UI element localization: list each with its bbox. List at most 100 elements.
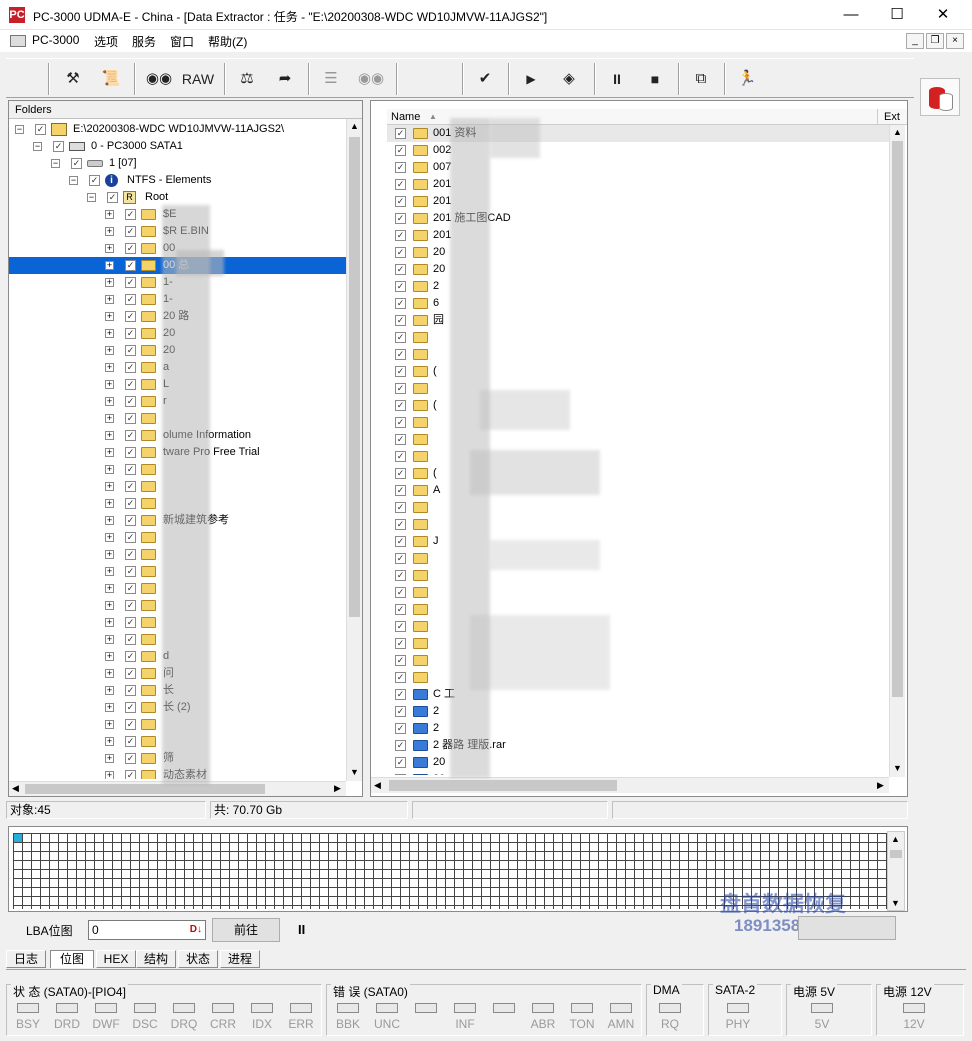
item-checkbox[interactable]: ✓: [395, 774, 406, 775]
expand-icon[interactable]: +: [105, 346, 114, 355]
expand-icon[interactable]: +: [105, 448, 114, 457]
scroll-thumb[interactable]: [892, 141, 903, 697]
item-checkbox[interactable]: ✓: [395, 502, 406, 513]
item-checkbox[interactable]: ✓: [395, 400, 406, 411]
task-icon[interactable]: ✔: [470, 65, 500, 93]
node-checkbox[interactable]: ✓: [125, 243, 136, 254]
expand-icon[interactable]: +: [105, 363, 114, 372]
scroll-thumb[interactable]: [349, 137, 360, 617]
expand-icon[interactable]: +: [105, 703, 114, 712]
node-checkbox[interactable]: ✓: [89, 175, 100, 186]
expand-icon[interactable]: +: [105, 737, 114, 746]
item-checkbox[interactable]: ✓: [395, 485, 406, 496]
node-checkbox[interactable]: ✓: [125, 617, 136, 628]
item-checkbox[interactable]: ✓: [395, 196, 406, 207]
item-checkbox[interactable]: ✓: [395, 434, 406, 445]
item-checkbox[interactable]: ✓: [395, 128, 406, 139]
expand-icon[interactable]: +: [105, 397, 114, 406]
scroll-thumb[interactable]: [389, 780, 617, 791]
tab-log[interactable]: 日志: [6, 950, 46, 968]
copy-icon[interactable]: ⧉: [686, 65, 716, 93]
item-checkbox[interactable]: ✓: [395, 621, 406, 632]
item-checkbox[interactable]: ✓: [395, 689, 406, 700]
scroll-up-icon[interactable]: ▲: [893, 127, 902, 137]
expand-icon[interactable]: +: [105, 669, 114, 678]
binoculars-icon[interactable]: ◉◉: [144, 65, 174, 93]
item-checkbox[interactable]: ✓: [395, 366, 406, 377]
column-name[interactable]: Name: [391, 109, 420, 125]
node-checkbox[interactable]: ✓: [125, 753, 136, 764]
collapse-icon[interactable]: −: [87, 193, 96, 202]
scroll-down-icon[interactable]: ▼: [350, 767, 359, 777]
menu-options[interactable]: 选项: [94, 33, 118, 50]
item-checkbox[interactable]: ✓: [395, 757, 406, 768]
expand-icon[interactable]: +: [105, 686, 114, 695]
expand-icon[interactable]: +: [105, 482, 114, 491]
collapse-icon[interactable]: −: [51, 159, 60, 168]
network-icon[interactable]: ◈: [552, 65, 586, 93]
play-icon[interactable]: ▶: [516, 65, 546, 93]
lba-pause-icon[interactable]: II: [298, 922, 305, 937]
item-checkbox[interactable]: ✓: [395, 553, 406, 564]
item-checkbox[interactable]: ✓: [395, 723, 406, 734]
collapse-icon[interactable]: −: [15, 125, 24, 134]
node-checkbox[interactable]: ✓: [125, 209, 136, 220]
node-checkbox[interactable]: ✓: [125, 277, 136, 288]
node-checkbox[interactable]: ✓: [125, 566, 136, 577]
expand-icon[interactable]: +: [105, 431, 114, 440]
scroll-icon[interactable]: 📜: [96, 65, 126, 93]
item-checkbox[interactable]: ✓: [395, 281, 406, 292]
node-checkbox[interactable]: ✓: [125, 379, 136, 390]
bitmap-vertical-scrollbar[interactable]: ▲ ▼: [887, 831, 905, 911]
lba-dropdown-icon[interactable]: D↓: [190, 921, 202, 939]
node-checkbox[interactable]: ✓: [53, 141, 64, 152]
export-icon[interactable]: ➦: [270, 65, 300, 93]
collapse-icon[interactable]: −: [69, 176, 78, 185]
item-checkbox[interactable]: ✓: [395, 230, 406, 241]
scroll-thumb[interactable]: [25, 784, 265, 794]
expand-icon[interactable]: +: [105, 720, 114, 729]
lba-input[interactable]: 0 D↓: [88, 920, 206, 940]
expand-icon[interactable]: +: [105, 652, 114, 661]
node-checkbox[interactable]: ✓: [71, 158, 82, 169]
exit-icon[interactable]: 🏃: [732, 65, 762, 93]
scroll-up-icon[interactable]: ▲: [891, 834, 900, 844]
expand-icon[interactable]: +: [105, 465, 114, 474]
node-checkbox[interactable]: ✓: [125, 311, 136, 322]
item-checkbox[interactable]: ✓: [395, 451, 406, 462]
scroll-right-icon[interactable]: ▶: [877, 780, 884, 791]
item-checkbox[interactable]: ✓: [395, 417, 406, 428]
expand-icon[interactable]: +: [105, 516, 114, 525]
node-checkbox[interactable]: ✓: [125, 328, 136, 339]
expand-icon[interactable]: +: [105, 618, 114, 627]
node-checkbox[interactable]: ✓: [125, 668, 136, 679]
expand-icon[interactable]: +: [105, 601, 114, 610]
scroll-thumb[interactable]: [890, 850, 902, 858]
node-checkbox[interactable]: ✓: [125, 447, 136, 458]
scroll-right-icon[interactable]: ▶: [334, 783, 341, 794]
pause-icon[interactable]: II: [602, 65, 632, 93]
node-checkbox[interactable]: ✓: [125, 413, 136, 424]
node-checkbox[interactable]: ✓: [125, 430, 136, 441]
mdi-minimize-button[interactable]: _: [906, 33, 924, 49]
node-checkbox[interactable]: ✓: [125, 583, 136, 594]
node-checkbox[interactable]: ✓: [125, 600, 136, 611]
node-checkbox[interactable]: ✓: [125, 294, 136, 305]
tree-node[interactable]: − ✓ 0 - PC3000 SATA1: [9, 138, 346, 155]
expand-icon[interactable]: +: [105, 278, 114, 287]
list-vertical-scrollbar[interactable]: ▲ ▼: [889, 125, 905, 777]
item-checkbox[interactable]: ✓: [395, 536, 406, 547]
tools-icon[interactable]: ⚒: [58, 65, 88, 93]
node-checkbox[interactable]: ✓: [125, 702, 136, 713]
item-checkbox[interactable]: ✓: [395, 349, 406, 360]
minimize-button[interactable]: —: [828, 0, 874, 30]
item-checkbox[interactable]: ✓: [395, 519, 406, 530]
item-checkbox[interactable]: ✓: [395, 298, 406, 309]
tree-vertical-scrollbar[interactable]: ▲ ▼: [346, 119, 362, 781]
node-checkbox[interactable]: ✓: [125, 362, 136, 373]
node-checkbox[interactable]: ✓: [125, 549, 136, 560]
expand-icon[interactable]: +: [105, 312, 114, 321]
tab-bitmap[interactable]: 位图: [50, 950, 94, 968]
tree-icon[interactable]: ☰: [316, 65, 346, 93]
tab-status[interactable]: 状态: [178, 950, 218, 968]
